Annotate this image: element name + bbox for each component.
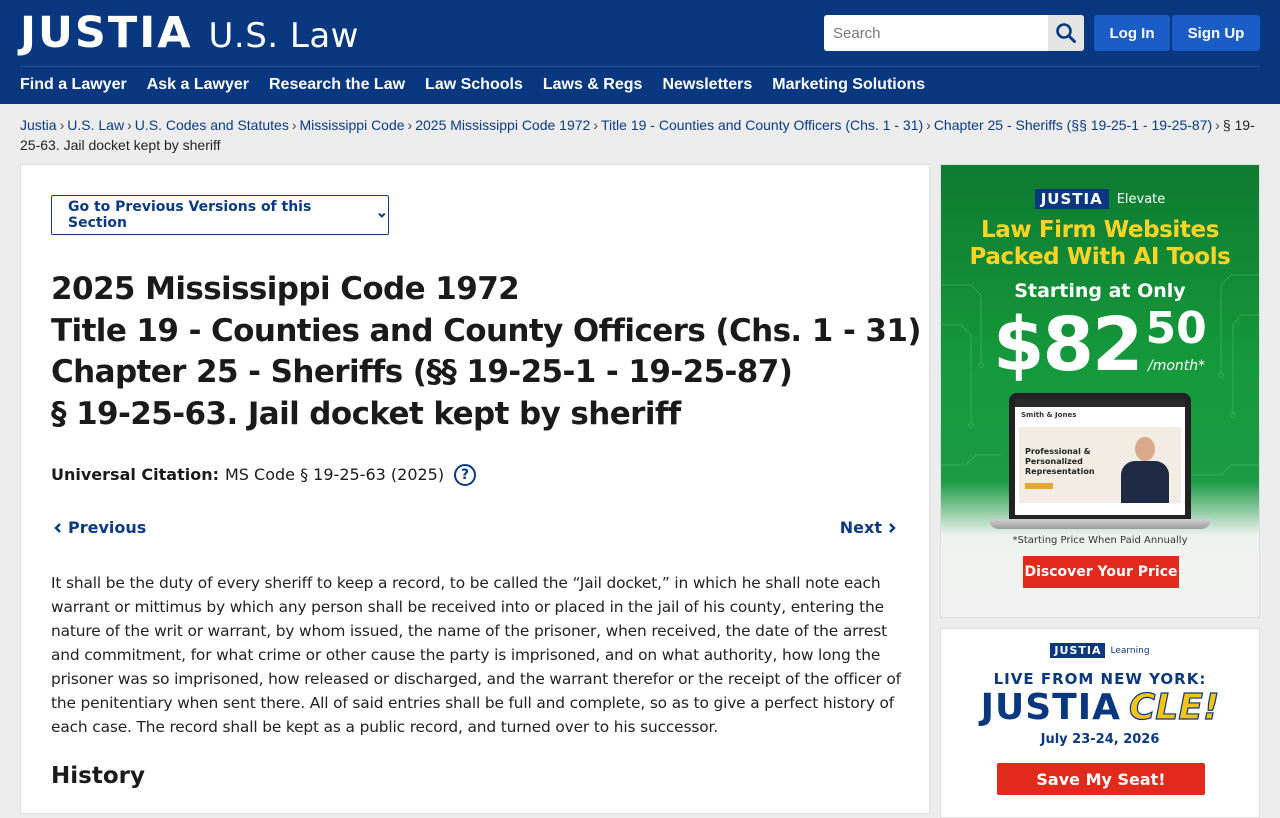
- title-title: Title 19 - Counties and County Officers …: [51, 312, 922, 349]
- statute-text: It shall be the duty of every sheriff to…: [51, 574, 901, 736]
- chevron-right-icon: [889, 522, 896, 533]
- breadcrumb-link[interactable]: Title 19 - Counties and County Officers …: [601, 117, 923, 133]
- mock-site-logo: Smith & Jones: [1021, 411, 1077, 419]
- search-button[interactable]: [1048, 15, 1084, 51]
- breadcrumb-link[interactable]: 2025 Mississippi Code 1972: [415, 117, 590, 133]
- breadcrumb-link[interactable]: U.S. Law: [67, 117, 124, 133]
- save-seat-button[interactable]: Save My Seat!: [997, 763, 1205, 795]
- main-content: Go to Previous Versions of this Section …: [20, 164, 930, 814]
- elevate-brand-logo: JUSTIA: [1034, 189, 1109, 209]
- next-link[interactable]: Next: [840, 518, 899, 537]
- nav-laws-regs[interactable]: Laws & Regs: [543, 76, 643, 94]
- cle-brand-sub: Learning: [1110, 645, 1150, 656]
- price-dollars: $82: [993, 302, 1143, 388]
- chevron-left-icon: [54, 522, 61, 533]
- justia-cle-ad[interactable]: JUSTIA Learning LIVE FROM NEW YORK: JUST…: [940, 628, 1260, 818]
- nav-marketing-solutions[interactable]: Marketing Solutions: [772, 76, 925, 94]
- nav-law-schools[interactable]: Law Schools: [425, 76, 523, 94]
- main-nav: Find a Lawyer Ask a Lawyer Research the …: [20, 74, 945, 96]
- discover-price-button[interactable]: Discover Your Price: [1023, 556, 1179, 588]
- breadcrumb: Justia › U.S. Law › U.S. Codes and Statutes ›…: [20, 117, 1255, 153]
- nav-ask-a-lawyer[interactable]: Ask a Lawyer: [147, 76, 249, 94]
- cle-date: July 23-24, 2026: [1040, 732, 1160, 747]
- title-section: § 19-25-63. Jail docket kept by sheriff: [51, 395, 681, 432]
- previous-versions-label: Go to Previous Versions of this Section: [68, 199, 312, 231]
- citation-value: MS Code § 19-25-63 (2025): [225, 465, 445, 484]
- breadcrumb-link[interactable]: Justia: [20, 117, 57, 133]
- laptop-image: Smith & Jones Professional & Personalize…: [989, 393, 1211, 543]
- elevate-note: *Starting Price When Paid Annually: [1012, 535, 1188, 546]
- title-chapter: Chapter 25 - Sheriffs (§§ 19-25-1 - 19-2…: [51, 354, 793, 390]
- login-button[interactable]: Log In: [1094, 15, 1170, 51]
- breadcrumb-link[interactable]: Mississippi Code: [300, 117, 405, 133]
- search-icon: [1056, 23, 1076, 43]
- cle-brand: JUSTIA Learning: [941, 643, 1259, 658]
- nav-newsletters[interactable]: Newsletters: [662, 76, 752, 94]
- price-unit: /month*: [1148, 358, 1206, 374]
- nav-divider: [20, 66, 1260, 67]
- site-header: JUSTIA U.S. Law Log In Sign Up Find a La…: [0, 0, 1280, 104]
- justia-elevate-ad[interactable]: JUSTIA Elevate Law Firm Websites Packed …: [940, 164, 1260, 618]
- previous-link[interactable]: Previous: [51, 518, 146, 537]
- breadcrumb-link[interactable]: U.S. Codes and Statutes: [135, 117, 289, 133]
- chevron-down-icon: [378, 212, 386, 218]
- cle-title: JUSTIA CLE!: [941, 686, 1259, 728]
- citation-label: Universal Citation:: [51, 465, 219, 484]
- nav-find-a-lawyer[interactable]: Find a Lawyer: [20, 76, 127, 94]
- logo-main: JUSTIA: [20, 8, 193, 58]
- elevate-price: $82 50 /month*: [993, 300, 1207, 390]
- page-title: 2025 Mississippi Code 1972 Title 19 - Co…: [51, 269, 922, 435]
- nav-research-the-law[interactable]: Research the Law: [269, 76, 405, 94]
- cle-title-justia: JUSTIA: [980, 687, 1121, 728]
- breadcrumb-section-sign: §: [1222, 117, 1231, 133]
- title-code: 2025 Mississippi Code 1972: [51, 271, 520, 307]
- search-box: [824, 15, 1084, 51]
- next-label: Next: [839, 518, 882, 537]
- elevate-brand: JUSTIA Elevate: [941, 189, 1259, 209]
- signup-button[interactable]: Sign Up: [1172, 15, 1260, 51]
- mock-site-hero: Professional & Personalized Representati…: [1025, 447, 1095, 476]
- help-icon[interactable]: ?: [454, 464, 477, 486]
- price-cents: 50: [1145, 303, 1207, 354]
- search-input[interactable]: [824, 15, 1048, 51]
- breadcrumb-link[interactable]: Chapter 25 - Sheriffs (§§ 19-25-1 - 19-2…: [934, 117, 1212, 133]
- universal-citation: Universal Citation: MS Code § 19-25-63 (…: [51, 463, 477, 487]
- attorney-photo: [1117, 433, 1173, 503]
- cle-title-cle: CLE!: [1128, 686, 1220, 728]
- justia-logo[interactable]: JUSTIA U.S. Law: [20, 10, 359, 59]
- elevate-headline: Law Firm Websites Packed With AI Tools: [969, 217, 1231, 270]
- elevate-starting: Starting at Only: [1014, 280, 1186, 302]
- previous-versions-button[interactable]: Go to Previous Versions of this Section: [51, 195, 389, 235]
- elevate-brand-sub: Elevate: [1116, 191, 1166, 207]
- cle-brand-logo: JUSTIA: [1050, 643, 1106, 658]
- logo-sub: U.S. Law: [208, 16, 359, 56]
- history-heading: History: [51, 763, 145, 789]
- cle-live: LIVE FROM NEW YORK:: [993, 670, 1207, 688]
- previous-label: Previous: [68, 518, 147, 537]
